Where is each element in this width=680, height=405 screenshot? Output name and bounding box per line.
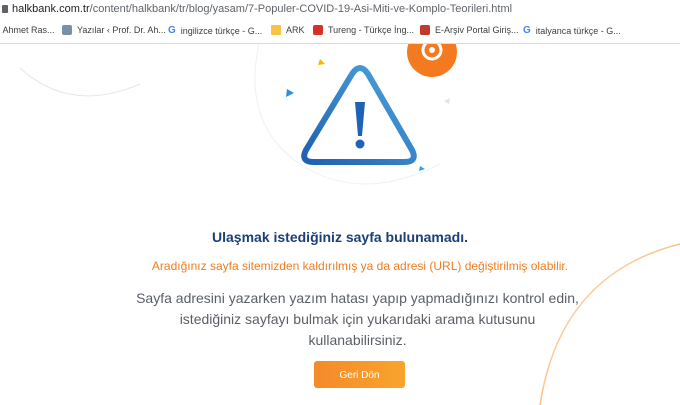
error-subtitle: Aradığınız sayfa sitemizden kaldırılmış … (151, 259, 569, 273)
portal-icon (420, 25, 430, 35)
google-icon: G (523, 25, 531, 36)
bookmark-ahmet[interactable]: . Ahmet Ras... (0, 25, 55, 35)
address-bar[interactable]: halkbank.com.tr/content/halkbank/tr/blog… (0, 0, 680, 18)
triangle-decoration (444, 98, 450, 104)
warning-icon (301, 65, 417, 165)
bookmark-label: . Ahmet Ras... (0, 25, 55, 35)
bookmark-yazilar[interactable]: Yazılar ‹ Prof. Dr. Ah... (62, 25, 166, 35)
description-line: istediğiniz sayfayı bulmak için yukarıda… (179, 311, 536, 327)
bookmark-label: ingilizce türkçe - G... (180, 25, 263, 36)
tureng-icon (313, 25, 323, 35)
decorative-arc (19, 67, 141, 97)
description-line: Sayfa adresini yazarken yazım hatası yap… (136, 290, 579, 306)
bookmark-italyanca[interactable]: Gitalyanca türkçe - G... (523, 25, 621, 36)
bookmark-label: Tureng - Türkçe İng... (328, 25, 415, 35)
go-back-button[interactable]: Geri Dön (314, 361, 405, 388)
search-badge-icon (407, 44, 457, 77)
error-page: Ulaşmak istediğiniz sayfa bulunamadı. Ar… (0, 44, 680, 405)
lock-icon[interactable] (2, 5, 8, 13)
error-description: Sayfa adresini yazarken yazım hatası yap… (0, 288, 680, 351)
page-title: Ulaşmak istediğiniz sayfa bulunamadı. (212, 229, 468, 245)
description-line: kullanabilirsiniz. (308, 332, 407, 348)
bookmark-label: italyanca türkçe - G... (535, 25, 621, 36)
avatar-icon (62, 25, 72, 35)
bookmark-ingilizce[interactable]: Gingilizce türkçe - G... (168, 25, 262, 36)
url-text[interactable]: halkbank.com.tr/content/halkbank/tr/blog… (12, 3, 512, 15)
folder-icon (271, 25, 281, 35)
bookmarks-bar: . Ahmet Ras... Yazılar ‹ Prof. Dr. Ah...… (0, 19, 680, 44)
bookmark-label: ARK (286, 25, 305, 35)
triangle-decoration (286, 89, 294, 97)
bookmark-ark[interactable]: ARK (271, 25, 305, 35)
bookmark-earsiv[interactable]: E-Arşiv Portal Giriş... (420, 25, 519, 35)
bookmark-label: Yazılar ‹ Prof. Dr. Ah... (77, 25, 166, 35)
bookmark-tureng[interactable]: Tureng - Türkçe İng... (313, 25, 414, 35)
triangle-decoration (419, 166, 425, 171)
bookmark-label: E-Arşiv Portal Giriş... (435, 25, 519, 35)
google-icon: G (168, 25, 176, 36)
triangle-decoration (318, 59, 325, 65)
